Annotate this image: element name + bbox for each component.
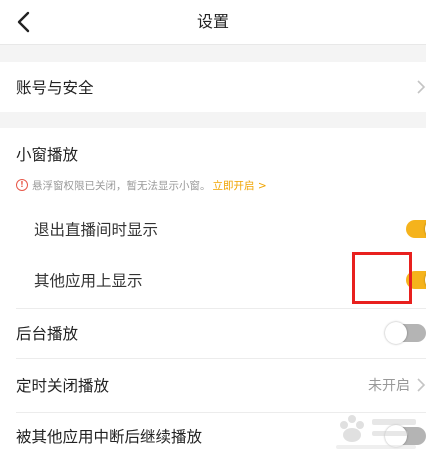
show-over-other-apps-label: 其他应用上显示 — [34, 272, 143, 290]
show-on-exit-live-label: 退出直播间时显示 — [34, 221, 159, 239]
baidu-watermark-logo — [336, 415, 416, 449]
highlight-box — [352, 252, 412, 304]
divider — [16, 358, 426, 359]
page-title: 设置 — [196, 12, 229, 31]
background-play-row: 后台播放 — [0, 310, 426, 356]
enable-now-link[interactable]: 立即开启 > — [213, 178, 267, 193]
toggle-knob — [385, 322, 407, 344]
account-security-card: 账号与安全 — [0, 62, 426, 112]
mini-window-section-header: 小窗播放 — [0, 136, 426, 172]
account-security-row[interactable]: 账号与安全 — [0, 62, 426, 112]
timer-close-value: 未开启 — [368, 378, 410, 394]
show-on-exit-live-toggle[interactable] — [406, 218, 426, 240]
resume-after-interrupt-label: 被其他应用中断后继续播放 — [16, 427, 203, 446]
top-bar: 设置 — [0, 0, 426, 45]
background-play-toggle[interactable] — [385, 322, 426, 344]
account-security-label: 账号与安全 — [16, 79, 94, 97]
timer-close-row[interactable]: 定时关闭播放 未开启 — [0, 360, 426, 410]
warning-icon: ! — [16, 179, 28, 191]
show-on-exit-live-row: 退出直播间时显示 — [0, 206, 426, 252]
background-play-label: 后台播放 — [16, 325, 79, 343]
chevron-right-icon — [417, 80, 426, 94]
mini-window-title: 小窗播放 — [16, 146, 79, 164]
timer-close-label: 定时关闭播放 — [16, 377, 110, 395]
divider — [16, 308, 426, 309]
permission-notice: ! 悬浮窗权限已关闭，暂无法显示小窗。 立即开启 > — [16, 178, 267, 192]
notice-text: 悬浮窗权限已关闭，暂无法显示小窗。 — [32, 179, 211, 192]
chevron-right-icon — [417, 378, 426, 392]
